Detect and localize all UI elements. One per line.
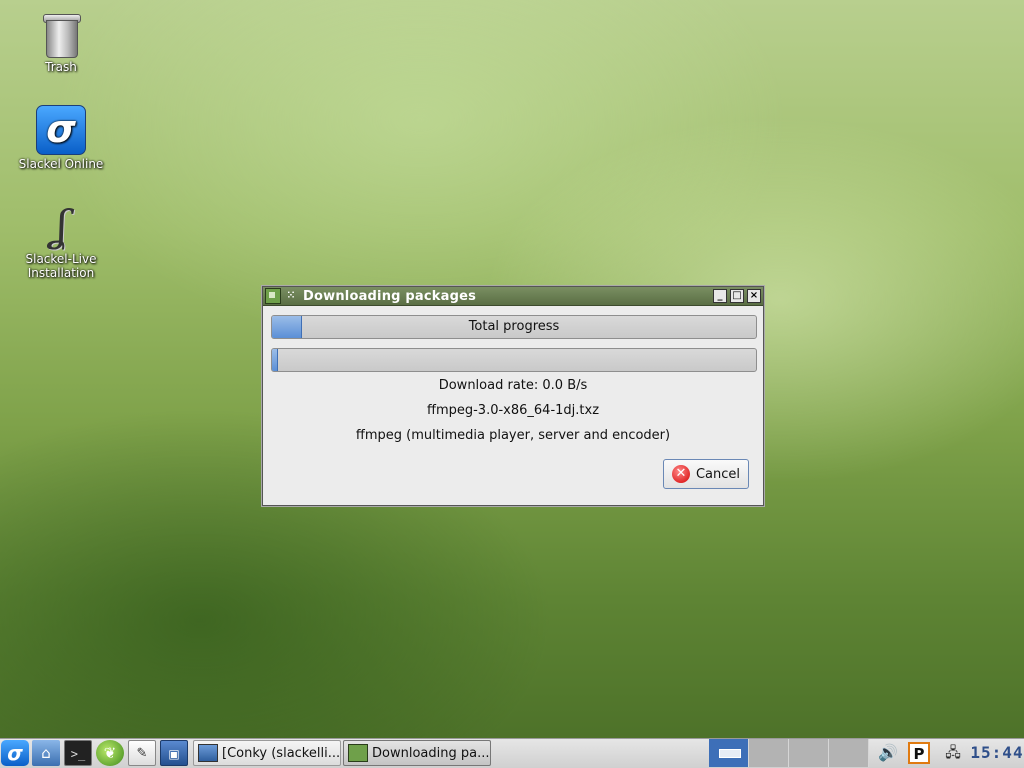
desktop-icon-label: Slackel Online — [18, 157, 104, 171]
minimize-button[interactable]: _ — [713, 289, 727, 303]
task-label: Downloading pa... — [372, 745, 490, 761]
desktop-icon-label: Slackel-Live Installation — [25, 252, 97, 280]
slackel-online-icon: σ — [36, 105, 86, 155]
volume-icon[interactable]: 🔊 — [876, 741, 900, 765]
workspace-4[interactable] — [829, 739, 869, 767]
package-updater-icon[interactable]: P — [908, 742, 930, 764]
leaf-icon[interactable]: ❦ — [96, 740, 124, 766]
start-menu-button[interactable]: σ — [1, 740, 29, 766]
window-icon — [198, 744, 218, 762]
text-editor-icon[interactable]: ✎ — [128, 740, 156, 766]
file-progress-bar — [271, 348, 757, 372]
desktop-icon-slackel-online[interactable]: σ Slackel Online — [11, 105, 111, 171]
maximize-button[interactable]: □ — [730, 289, 744, 303]
task-label: [Conky (slackelli... — [222, 745, 341, 761]
workspace-3[interactable] — [789, 739, 829, 767]
desktop-icon-label: Trash — [45, 60, 77, 74]
cancel-button[interactable]: ✕ Cancel — [663, 459, 749, 489]
network-icon[interactable]: 🖧 — [938, 741, 968, 765]
package-icon — [265, 288, 281, 304]
terminal-icon[interactable]: >_ — [64, 740, 92, 766]
package-file-name: ffmpeg-3.0-x86_64-1dj.txz — [426, 403, 600, 418]
window-menu-icon[interactable]: ⁙ — [285, 290, 297, 302]
workspace-2[interactable] — [749, 739, 789, 767]
cancel-icon: ✕ — [671, 465, 690, 483]
total-progress-bar: Total progress — [271, 315, 757, 339]
dialog-titlebar[interactable]: ⁙ Downloading packages _ □ × — [263, 287, 763, 306]
workspace-pager — [709, 738, 869, 768]
cancel-button-label: Cancel — [695, 466, 741, 482]
package-description: ffmpeg (multimedia player, server and en… — [355, 428, 671, 443]
slackel-live-icon: ʆ — [54, 201, 68, 250]
total-progress-label: Total progress — [468, 319, 560, 334]
download-rate: Download rate: 0.0 B/s — [438, 378, 588, 393]
show-desktop-icon[interactable]: ▣ — [160, 740, 188, 766]
file-progress-fill — [272, 349, 278, 371]
desktop-icon-slackel-live-installation[interactable]: ʆ Slackel-Live Installation — [11, 201, 111, 281]
desktop-icon-trash[interactable]: Trash — [11, 10, 111, 74]
trash-icon — [37, 10, 85, 58]
clock[interactable]: 15:44 — [970, 738, 1024, 768]
package-icon — [348, 744, 368, 762]
workspace-1[interactable] — [709, 739, 749, 767]
home-icon[interactable]: ⌂ — [32, 740, 60, 766]
dialog-title: Downloading packages — [303, 288, 477, 304]
download-dialog: ⁙ Downloading packages _ □ × Total progr… — [262, 286, 764, 506]
close-button[interactable]: × — [747, 289, 761, 303]
taskbar-task-downloading[interactable]: Downloading pa... — [343, 740, 491, 766]
taskbar-task-conky[interactable]: [Conky (slackelli... — [193, 740, 341, 766]
